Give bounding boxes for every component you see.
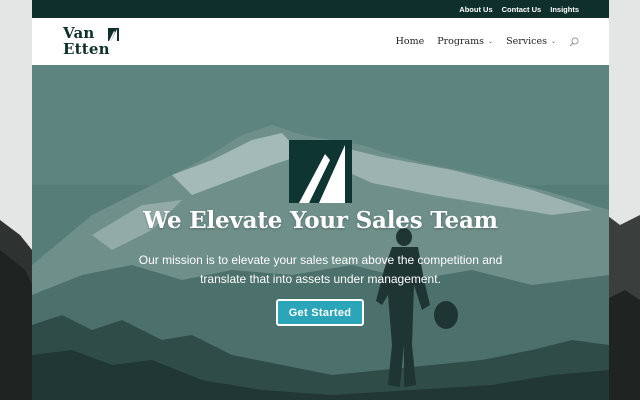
logo-word-van: Van xyxy=(63,24,95,42)
top-link-about[interactable]: About Us xyxy=(459,5,492,14)
chevron-down-icon: ⌄ xyxy=(488,38,494,45)
get-started-button[interactable]: Get Started xyxy=(276,299,364,326)
nav-item-services[interactable]: Services ⌄ xyxy=(506,36,556,47)
nav-item-programs[interactable]: Programs ⌄ xyxy=(437,36,493,47)
top-bar: About Us Contact Us Insights xyxy=(32,0,609,18)
header: Van Etten Home Programs ⌄ Services ⌄ xyxy=(32,18,609,65)
nav-label-services: Services xyxy=(506,36,547,47)
site-logo[interactable]: Van Etten xyxy=(63,24,123,60)
top-link-contact[interactable]: Contact Us xyxy=(502,5,542,14)
logo-word-etten: Etten xyxy=(63,40,110,58)
search-icon[interactable] xyxy=(569,37,579,47)
logo-mark-icon xyxy=(108,28,119,41)
chevron-down-icon: ⌄ xyxy=(550,38,556,45)
top-links: About Us Contact Us Insights xyxy=(459,0,579,18)
hero-section: We Elevate Your Sales Team Our mission i… xyxy=(32,65,609,400)
nav-label-programs: Programs xyxy=(437,36,485,47)
site-container: About Us Contact Us Insights Van Etten H… xyxy=(32,0,609,400)
main-nav: Home Programs ⌄ Services ⌄ xyxy=(396,18,579,65)
nav-label-home: Home xyxy=(395,36,425,47)
hero-subtitle: Our mission is to elevate your sales tea… xyxy=(138,253,503,286)
hero-title: We Elevate Your Sales Team xyxy=(143,207,498,234)
nav-item-home[interactable]: Home xyxy=(396,36,425,47)
top-link-insights[interactable]: Insights xyxy=(550,5,579,14)
brand-mark-icon xyxy=(289,140,352,203)
